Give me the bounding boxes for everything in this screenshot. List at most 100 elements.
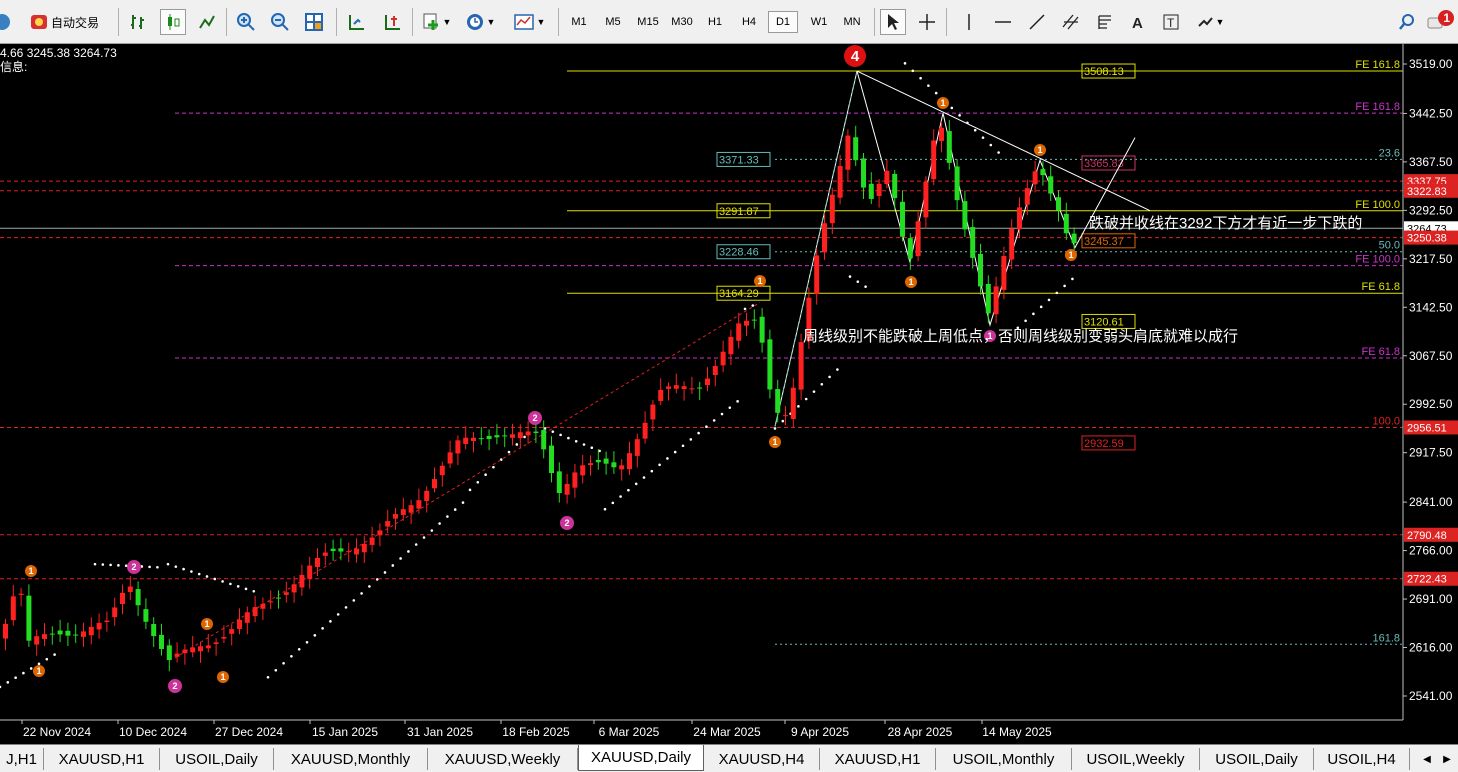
- sar-dot: [101, 563, 105, 566]
- price-chart[interactable]: 3508.13FE 161.8FE 161.83371.3323.63365.8…: [0, 44, 1458, 744]
- cursor-icon[interactable]: [880, 9, 906, 35]
- scroll-chart-icon[interactable]: [342, 9, 370, 35]
- candle-body: [790, 387, 796, 420]
- candle-body: [1017, 207, 1022, 230]
- timeframe-m15[interactable]: M15: [632, 13, 664, 31]
- bar-chart-icon[interactable]: [126, 9, 152, 35]
- tile-windows-icon[interactable]: [300, 9, 328, 35]
- notifications-button[interactable]: 1: [1426, 9, 1456, 35]
- tab-xauusd-weekly[interactable]: XAUUSD,Weekly: [428, 748, 578, 770]
- line-chart-icon[interactable]: [194, 9, 220, 35]
- tab-usoil-h4[interactable]: USOIL,H4: [1314, 748, 1410, 770]
- sar-dot: [650, 469, 654, 473]
- timeframe-h1[interactable]: H1: [702, 13, 728, 31]
- level-price-label: 3245.37: [1084, 236, 1124, 248]
- candle-body: [182, 649, 188, 654]
- candle-body: [260, 603, 266, 609]
- channel-icon[interactable]: [1058, 9, 1084, 35]
- candle-body: [1009, 228, 1015, 260]
- candle-body: [283, 592, 289, 595]
- price-axis-label: 2541.00: [1409, 689, 1453, 703]
- sar-dot: [603, 507, 607, 511]
- tab-usoil-monthly[interactable]: USOIL,Monthly: [936, 748, 1072, 770]
- autotrade-button[interactable]: 自动交易: [18, 9, 110, 35]
- horizontal-line-icon[interactable]: [990, 9, 1016, 35]
- crosshair-icon[interactable]: [914, 9, 940, 35]
- timeframe-m30[interactable]: M30: [666, 13, 698, 31]
- sar-dot: [689, 438, 693, 441]
- arrows-button[interactable]: ▼: [1192, 9, 1228, 35]
- tab-xauusd-h1-2[interactable]: XAUUSD,H1: [820, 748, 936, 770]
- tab-xauusd-daily[interactable]: XAUUSD,Daily: [578, 745, 704, 771]
- chart-area[interactable]: 3508.13 FE 161.8 FE 161.8 3371.33 23.6 3365.8…: [0, 44, 1458, 744]
- candle-body: [276, 597, 281, 599]
- sar-dot: [804, 397, 808, 401]
- wave-label: 1: [28, 566, 33, 576]
- candle-body: [783, 415, 788, 417]
- globe-icon[interactable]: [0, 9, 14, 35]
- candle-body: [517, 432, 523, 439]
- tabs-scroll-right-icon[interactable]: ▶: [1438, 748, 1456, 770]
- search-icon[interactable]: [1396, 9, 1418, 35]
- level-fib-label: FE 61.8: [1361, 281, 1400, 293]
- timeframe-d1[interactable]: D1: [768, 11, 798, 33]
- sar-dot: [190, 570, 193, 573]
- candle-body: [549, 445, 554, 474]
- chart-background: [0, 44, 1458, 744]
- candle-body: [447, 452, 453, 464]
- candle-body: [486, 435, 492, 440]
- candle-body: [798, 342, 804, 390]
- text-icon[interactable]: A: [1124, 9, 1150, 35]
- candle-body: [369, 537, 375, 545]
- tab-xauusd-h4[interactable]: XAUUSD,H4: [704, 748, 820, 770]
- zoom-out-icon[interactable]: [266, 9, 294, 35]
- sar-dot: [45, 657, 49, 661]
- candlestick-icon[interactable]: [160, 9, 186, 35]
- periods-button[interactable]: ▼: [462, 9, 498, 35]
- candle-body: [159, 634, 164, 649]
- sar-dot: [927, 84, 930, 87]
- candle-body: [307, 565, 313, 579]
- zoom-in-icon[interactable]: [232, 9, 260, 35]
- timeframe-m5[interactable]: M5: [600, 13, 626, 31]
- wave-label: 2: [532, 413, 537, 423]
- candle-body: [471, 437, 476, 441]
- candle-body: [900, 201, 905, 237]
- sar-dot: [1039, 305, 1043, 309]
- tab-xauusd-h1[interactable]: XAUUSD,H1: [44, 748, 160, 770]
- sar-dot: [720, 412, 724, 416]
- timeframe-w1[interactable]: W1: [806, 13, 832, 31]
- sar-dot: [611, 501, 615, 505]
- trendline-icon[interactable]: [1024, 9, 1050, 35]
- tab-usoil-daily-2[interactable]: USOIL,Daily: [1200, 748, 1314, 770]
- candle-body: [299, 574, 305, 588]
- fibonacci-icon[interactable]: [1092, 9, 1118, 35]
- chat-bubble-icon: [1427, 10, 1454, 29]
- annotation-weekly-low: 周线级别不能跌破上周低点，否则周线级别变弱头肩底就难以成行: [803, 328, 1238, 345]
- indicators-button[interactable]: ▼: [418, 9, 454, 35]
- sar-dot: [997, 151, 1000, 154]
- candle-body: [954, 166, 960, 201]
- info-label: 信息:: [0, 59, 27, 74]
- timeframe-m1[interactable]: M1: [566, 13, 592, 31]
- tab-xauusd-monthly[interactable]: XAUUSD,Monthly: [274, 748, 428, 770]
- sar-dot: [37, 662, 41, 666]
- candle-body: [135, 589, 141, 606]
- tab-usoil-weekly[interactable]: USOIL,Weekly: [1072, 748, 1200, 770]
- candle-body: [49, 633, 55, 635]
- tabs-scroll-left-icon[interactable]: ◀: [1418, 748, 1436, 770]
- tab-usoil-daily[interactable]: USOIL,Daily: [160, 748, 274, 770]
- tab-0[interactable]: J,H1: [0, 748, 44, 770]
- timeframe-h4[interactable]: H4: [736, 13, 762, 31]
- sar-dot: [919, 76, 922, 80]
- vertical-line-icon[interactable]: [956, 9, 982, 35]
- templates-button[interactable]: ▼: [508, 9, 550, 35]
- candle-body: [829, 194, 835, 224]
- sar-dot: [93, 562, 97, 566]
- timeframe-mn[interactable]: MN: [838, 13, 866, 31]
- candle-body: [330, 548, 336, 552]
- sar-dot: [352, 599, 356, 602]
- sar-dot: [736, 400, 739, 403]
- chart-shift-icon[interactable]: [378, 9, 406, 35]
- text-label-icon[interactable]: T: [1158, 9, 1184, 35]
